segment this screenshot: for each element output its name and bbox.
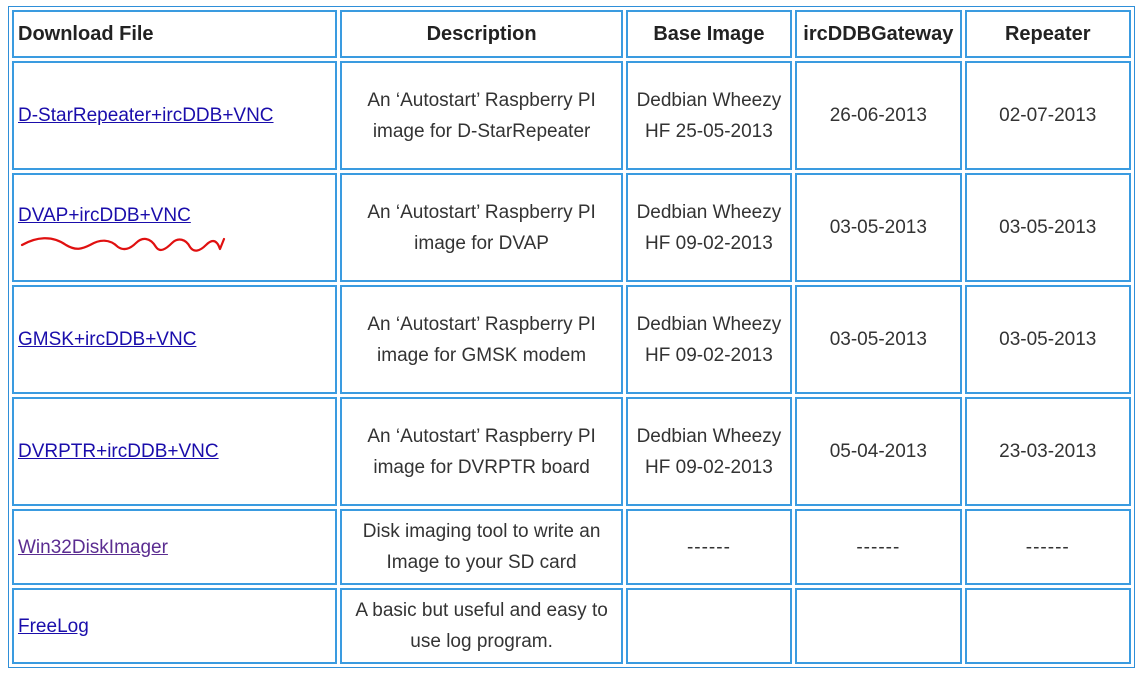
ircddbgateway-cell: 05-04-2013 [795,397,962,506]
header-description: Description [340,10,623,58]
description-cell: An ‘Autostart’ Raspberry PI image for DV… [340,397,623,506]
file-cell: D-StarRepeater+ircDDB+VNC [12,61,338,170]
table-row: DVAP+ircDDB+VNC An ‘Autostart’ Raspberry… [12,173,1131,282]
file-cell: DVAP+ircDDB+VNC [12,173,338,282]
header-ircddbgateway: ircDDBGateway [795,10,962,58]
base-image-cell: Dedbian Wheezy HF 25-05-2013 [625,61,793,170]
download-link-dvrptr[interactable]: DVRPTR+ircDDB+VNC [18,441,219,462]
header-base-image: Base Image [625,10,793,58]
download-link-dvap[interactable]: DVAP+ircDDB+VNC [18,205,191,226]
header-repeater: Repeater [964,10,1131,58]
download-link-gmsk[interactable]: GMSK+ircDDB+VNC [18,329,196,350]
repeater-cell: 02-07-2013 [964,61,1131,170]
file-cell: GMSK+ircDDB+VNC [12,285,338,394]
table-row: DVRPTR+ircDDB+VNC An ‘Autostart’ Raspber… [12,397,1131,506]
description-cell: An ‘Autostart’ Raspberry PI image for D-… [340,61,623,170]
ircddbgateway-cell [795,588,962,664]
description-cell: A basic but useful and easy to use log p… [340,588,623,664]
base-image-cell: Dedbian Wheezy HF 09-02-2013 [625,285,793,394]
base-image-cell: ------ [625,509,793,585]
description-cell: An ‘Autostart’ Raspberry PI image for GM… [340,285,623,394]
file-cell: Win32DiskImager [12,509,338,585]
base-image-cell: Dedbian Wheezy HF 09-02-2013 [625,173,793,282]
table-row: GMSK+ircDDB+VNC An ‘Autostart’ Raspberry… [12,285,1131,394]
repeater-cell: 23-03-2013 [964,397,1131,506]
table-row: FreeLog A basic but useful and easy to u… [12,588,1131,664]
file-cell: FreeLog [12,588,338,664]
red-squiggle-underline-icon [20,237,226,252]
ircddbgateway-cell: 03-05-2013 [795,173,962,282]
description-cell: Disk imaging tool to write an Image to y… [340,509,623,585]
table-header-row: Download File Description Base Image irc… [12,10,1131,58]
base-image-cell [625,588,793,664]
repeater-cell: ------ [964,509,1131,585]
download-link-win32diskimager[interactable]: Win32DiskImager [18,537,168,558]
download-link-dstarrepeater[interactable]: D-StarRepeater+ircDDB+VNC [18,105,274,126]
header-download-file: Download File [12,10,338,58]
repeater-cell: 03-05-2013 [964,285,1131,394]
table-row: Win32DiskImager Disk imaging tool to wri… [12,509,1131,585]
download-table-container: Download File Description Base Image irc… [8,6,1135,668]
repeater-cell [964,588,1131,664]
ircddbgateway-cell: 03-05-2013 [795,285,962,394]
base-image-cell: Dedbian Wheezy HF 09-02-2013 [625,397,793,506]
table-row: D-StarRepeater+ircDDB+VNC An ‘Autostart’… [12,61,1131,170]
description-cell: An ‘Autostart’ Raspberry PI image for DV… [340,173,623,282]
ircddbgateway-cell: ------ [795,509,962,585]
ircddbgateway-cell: 26-06-2013 [795,61,962,170]
repeater-cell: 03-05-2013 [964,173,1131,282]
file-cell: DVRPTR+ircDDB+VNC [12,397,338,506]
download-link-freelog[interactable]: FreeLog [18,616,89,637]
download-table: Download File Description Base Image irc… [8,6,1135,668]
